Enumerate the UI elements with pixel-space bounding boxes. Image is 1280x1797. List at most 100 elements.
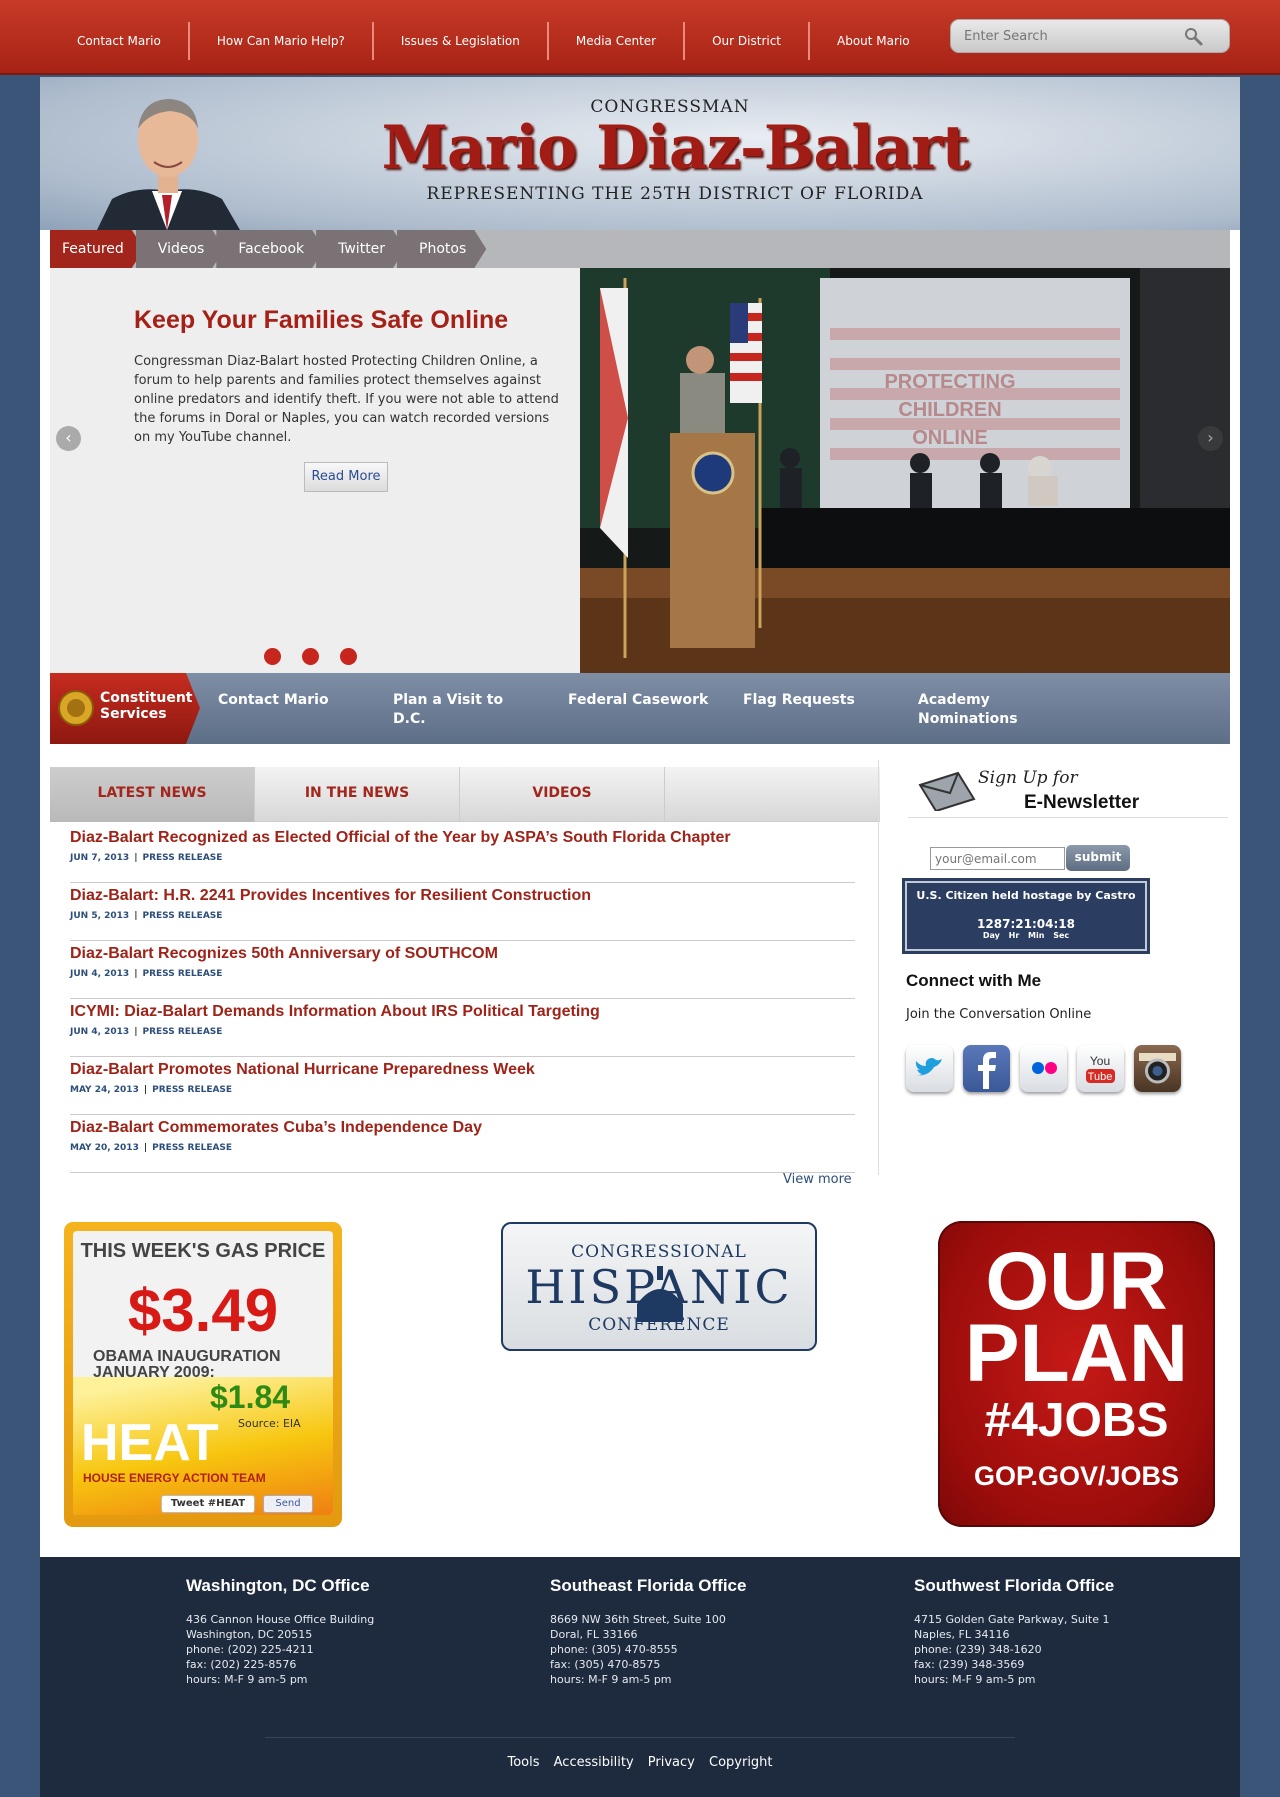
social-icons: You Tube: [906, 1045, 1181, 1092]
news-type[interactable]: PRESS RELEASE: [152, 1085, 232, 1095]
news-title[interactable]: Diaz-Balart: H.R. 2241 Provides Incentiv…: [70, 887, 855, 905]
news-title[interactable]: Diaz-Balart Recognized as Elected Offici…: [70, 829, 855, 847]
tab-photos[interactable]: Photos: [397, 230, 486, 268]
instagram-icon[interactable]: [1134, 1045, 1181, 1092]
chevron-left-icon[interactable]: ‹: [56, 426, 81, 451]
office-line: Washington, DC 20515: [186, 1628, 313, 1641]
office-line: fax: (239) 348-3569: [914, 1658, 1025, 1671]
tab-in-the-news[interactable]: IN THE NEWS: [255, 767, 460, 822]
plan-line2: PLAN: [964, 1308, 1189, 1399]
const-link-plan-visit[interactable]: Plan a Visit to D.C.: [393, 691, 568, 729]
submit-button[interactable]: submit: [1066, 845, 1130, 871]
news-title[interactable]: Diaz-Balart Promotes National Hurricane …: [70, 1061, 855, 1079]
nav-issues-legislation[interactable]: Issues & Legislation: [374, 22, 549, 60]
svg-text:You: You: [1090, 1054, 1110, 1068]
constituent-services-bar: Constituent Services Contact Mario Plan a…: [50, 673, 1230, 744]
office-line: hours: M-F 9 am-5 pm: [914, 1673, 1036, 1686]
office-name: Southwest Florida Office: [914, 1576, 1115, 1595]
flickr-icon[interactable]: [1020, 1045, 1067, 1092]
main-content: Featured Videos Facebook Twitter Photos …: [40, 230, 1240, 1557]
office-southeast-florida: Southeast Florida Office 8669 NW 36th St…: [550, 1576, 850, 1687]
news-meta: JUN 4, 2013 | PRESS RELEASE: [70, 969, 223, 979]
tab-news-videos[interactable]: VIDEOS: [460, 767, 665, 822]
header-name[interactable]: Mario Diaz-Balart: [40, 113, 1240, 183]
office-name: Southeast Florida Office: [550, 1576, 747, 1595]
hispanic-conference-banner[interactable]: CONGRESSIONAL HISPANIC CONFERENCE: [501, 1222, 817, 1351]
tab-latest-news[interactable]: LATEST NEWS: [50, 767, 255, 822]
forum-photo-illustration: PROTECTING CHILDREN ONLINE: [580, 268, 1230, 673]
nav-our-district[interactable]: Our District: [685, 22, 811, 60]
tab-twitter[interactable]: Twitter: [316, 230, 405, 268]
office-southwest-florida: Southwest Florida Office 4715 Golden Gat…: [914, 1576, 1214, 1687]
news-type[interactable]: PRESS RELEASE: [142, 1027, 222, 1037]
news-meta: JUN 4, 2013 | PRESS RELEASE: [70, 1027, 223, 1037]
read-more-button[interactable]: Read More: [304, 462, 388, 492]
view-more-link[interactable]: View more: [783, 1172, 852, 1187]
const-link-federal-casework[interactable]: Federal Casework: [568, 691, 743, 729]
news-type[interactable]: PRESS RELEASE: [152, 1143, 232, 1153]
plan-line3: #4JOBS: [984, 1394, 1169, 1447]
news-meta: JUN 5, 2013 | PRESS RELEASE: [70, 911, 223, 921]
nav-how-can-mario-help[interactable]: How Can Mario Help?: [190, 22, 374, 60]
our-plan-jobs-banner[interactable]: OUR PLAN #4JOBS GOP.GOV/JOBS: [938, 1221, 1215, 1527]
gas-old-price: $1.84: [210, 1379, 291, 1415]
chevron-right-icon[interactable]: ›: [1198, 426, 1223, 451]
facebook-send-button[interactable]: Send: [263, 1495, 313, 1513]
hostage-counter-widget[interactable]: U.S. Citizen held hostage by Castro 1287…: [902, 878, 1150, 954]
tab-featured[interactable]: Featured: [50, 230, 144, 268]
slide-dot-3[interactable]: [340, 648, 357, 665]
news-type[interactable]: PRESS RELEASE: [142, 911, 222, 921]
list-item: Diaz-Balart Commemorates Cuba’s Independ…: [70, 1115, 855, 1173]
const-link-academy-nominations[interactable]: Academy Nominations: [918, 691, 1028, 729]
office-address: 8669 NW 36th Street, Suite 100 Doral, FL…: [550, 1612, 850, 1687]
search-icon[interactable]: [1183, 26, 1203, 46]
slide-title[interactable]: Keep Your Families Safe Online: [134, 306, 508, 335]
list-item: Diaz-Balart Recognized as Elected Offici…: [70, 825, 855, 883]
gas-inauguration-label: OBAMA INAUGURATION JANUARY 2009:: [93, 1348, 281, 1381]
gas-source: Source: EIA: [238, 1417, 301, 1430]
news-title[interactable]: Diaz-Balart Commemorates Cuba’s Independ…: [70, 1119, 855, 1137]
nav-media-center[interactable]: Media Center: [549, 22, 686, 60]
footer-link-copyright[interactable]: Copyright: [704, 1755, 778, 1770]
news-title[interactable]: Diaz-Balart Recognizes 50th Anniversary …: [70, 945, 855, 963]
footer-link-tools[interactable]: Tools: [502, 1755, 544, 1770]
site-footer: Washington, DC Office 436 Cannon House O…: [40, 1557, 1240, 1797]
nav-about-mario[interactable]: About Mario: [810, 22, 937, 60]
facebook-icon[interactable]: [963, 1045, 1010, 1092]
constituent-links: Contact Mario Plan a Visit to D.C. Feder…: [218, 691, 1028, 729]
search-box: [950, 19, 1230, 53]
header-subtitle: REPRESENTING THE 25TH DISTRICT OF FLORID…: [426, 184, 924, 204]
office-line: phone: (305) 470-8555: [550, 1643, 678, 1656]
chc-line2: HISPANIC: [525, 1260, 793, 1314]
news-type[interactable]: PRESS RELEASE: [142, 853, 222, 863]
office-line: hours: M-F 9 am-5 pm: [550, 1673, 672, 1686]
gas-price-banner[interactable]: THIS WEEK'S GAS PRICE $3.49 OBAMA INAUGU…: [64, 1222, 342, 1527]
news-type[interactable]: PRESS RELEASE: [142, 969, 222, 979]
office-line: 4715 Golden Gate Parkway, Suite 1: [914, 1613, 1110, 1626]
email-field[interactable]: [930, 847, 1065, 870]
footer-links: Tools Accessibility Privacy Copyright: [40, 1755, 1240, 1770]
youtube-icon[interactable]: You Tube: [1077, 1045, 1124, 1092]
news-title[interactable]: ICYMI: Diaz-Balart Demands Information A…: [70, 1003, 855, 1021]
envelope-icon: [918, 771, 976, 811]
tab-videos[interactable]: Videos: [136, 230, 225, 268]
tab-facebook[interactable]: Facebook: [216, 230, 324, 268]
const-link-contact-mario[interactable]: Contact Mario: [218, 691, 393, 729]
slide-dot-1[interactable]: [264, 648, 281, 665]
screen-text-1: PROTECTING: [884, 371, 1015, 393]
featured-tabs: Featured Videos Facebook Twitter Photos: [50, 230, 1230, 268]
search-input[interactable]: [951, 20, 1171, 52]
const-link-flag-requests[interactable]: Flag Requests: [743, 691, 918, 729]
footer-link-privacy[interactable]: Privacy: [643, 1755, 700, 1770]
list-item: Diaz-Balart: H.R. 2241 Provides Incentiv…: [70, 883, 855, 941]
office-line: Doral, FL 33166: [550, 1628, 638, 1641]
slide-photo: PROTECTING CHILDREN ONLINE ›: [580, 268, 1230, 673]
list-item: ICYMI: Diaz-Balart Demands Information A…: [70, 999, 855, 1057]
footer-divider: [265, 1737, 1015, 1738]
office-line: fax: (202) 225-8576: [186, 1658, 297, 1671]
nav-contact-mario[interactable]: Contact Mario: [50, 22, 190, 60]
tweet-heat-button[interactable]: Tweet #HEAT: [161, 1495, 255, 1513]
slide-dot-2[interactable]: [302, 648, 319, 665]
footer-link-accessibility[interactable]: Accessibility: [549, 1755, 639, 1770]
twitter-icon[interactable]: [906, 1045, 953, 1092]
